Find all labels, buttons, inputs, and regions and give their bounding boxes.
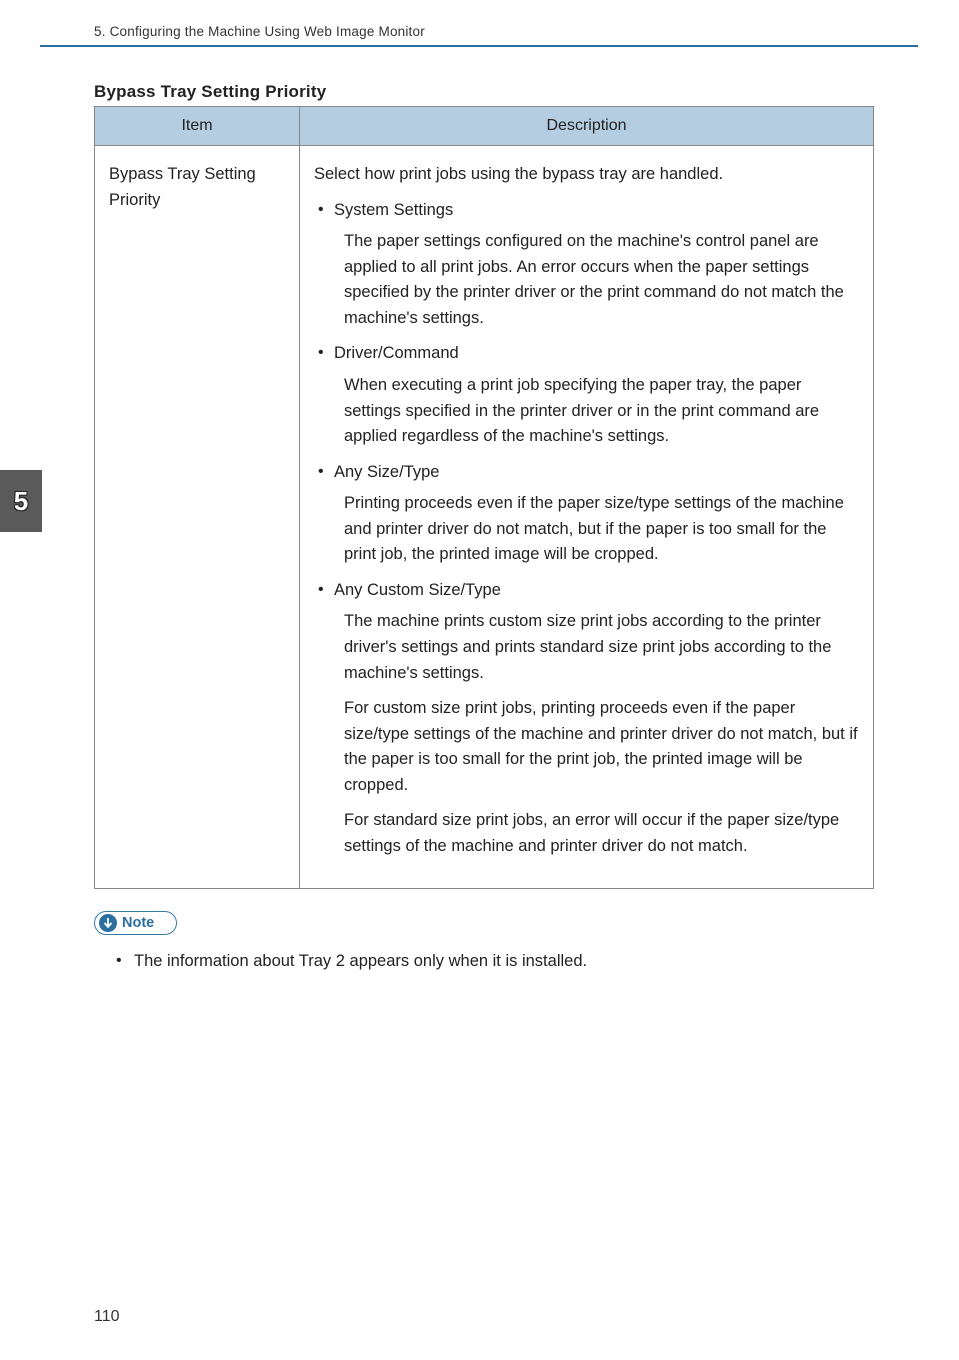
note-list: The information about Tray 2 appears onl…: [94, 949, 874, 974]
header-rule: [40, 45, 918, 47]
option-paragraph: When executing a print job specifying th…: [344, 373, 859, 450]
option-list: System Settings The paper settings confi…: [314, 198, 859, 860]
option-paragraph: Printing proceeds even if the paper size…: [344, 491, 859, 568]
table-row: Bypass Tray Setting Priority Select how …: [95, 146, 874, 889]
column-header-item: Item: [95, 107, 300, 146]
page-number: 110: [94, 1308, 120, 1326]
column-header-description: Description: [300, 107, 874, 146]
option-title: Driver/Command: [334, 341, 859, 367]
list-item: The information about Tray 2 appears onl…: [134, 949, 874, 974]
option-paragraph: The paper settings configured on the mac…: [344, 229, 859, 331]
list-item: Driver/Command When executing a print jo…: [334, 341, 859, 449]
chapter-tab: 5: [0, 470, 42, 532]
description-intro: Select how print jobs using the bypass t…: [314, 162, 859, 188]
option-paragraph: The machine prints custom size print job…: [344, 609, 859, 686]
settings-table: Item Description Bypass Tray Setting Pri…: [94, 106, 874, 889]
option-title: Any Custom Size/Type: [334, 578, 859, 604]
cell-description: Select how print jobs using the bypass t…: [300, 146, 874, 889]
list-item: System Settings The paper settings confi…: [334, 198, 859, 332]
option-title: System Settings: [334, 198, 859, 224]
list-item: Any Custom Size/Type The machine prints …: [334, 578, 859, 860]
option-title: Any Size/Type: [334, 460, 859, 486]
page-content: Bypass Tray Setting Priority Item Descri…: [94, 82, 874, 973]
running-header: 5. Configuring the Machine Using Web Ima…: [94, 24, 425, 39]
note-badge: Note: [94, 911, 177, 935]
arrow-down-icon: [99, 914, 117, 932]
cell-item: Bypass Tray Setting Priority: [95, 146, 300, 889]
option-paragraph: For custom size print jobs, printing pro…: [344, 696, 859, 798]
list-item: Any Size/Type Printing proceeds even if …: [334, 460, 859, 568]
note-block: Note The information about Tray 2 appear…: [94, 911, 874, 974]
option-paragraph: For standard size print jobs, an error w…: [344, 808, 859, 859]
note-label: Note: [122, 915, 154, 931]
table-caption: Bypass Tray Setting Priority: [94, 82, 874, 102]
